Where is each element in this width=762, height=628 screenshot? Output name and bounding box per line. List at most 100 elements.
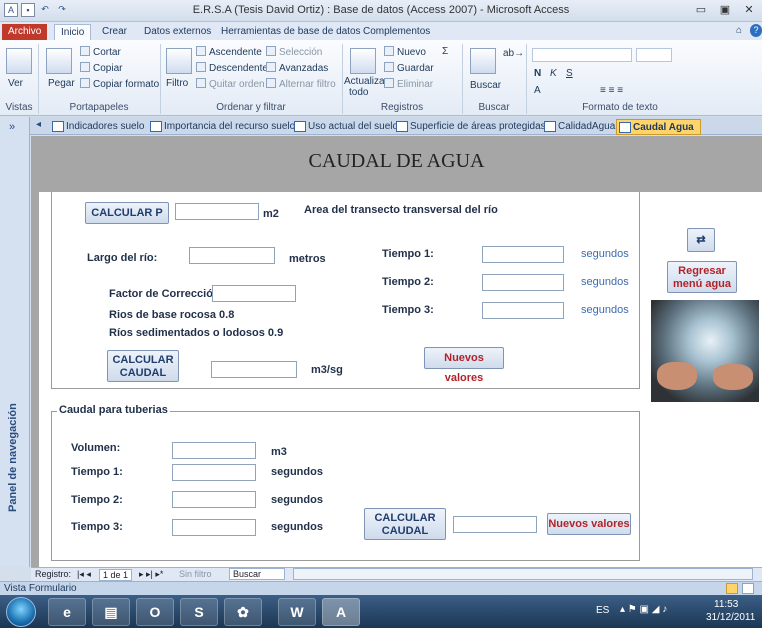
ascendente-label: Ascendente	[209, 47, 262, 58]
tub-nuevos-valores-button[interactable]: Nuevos valores	[547, 513, 631, 535]
m3sg-unit: m3/sg	[311, 364, 343, 376]
minimize-button[interactable]: ▭	[692, 3, 710, 17]
tab-herramientas[interactable]: Herramientas de base de datos	[215, 24, 367, 40]
copiar-formato-button[interactable]: Copiar formato	[80, 78, 159, 90]
seleccion-button[interactable]: Selección	[266, 46, 322, 58]
align-icon[interactable]: ≡ ≡ ≡	[600, 85, 623, 96]
font-color-icon[interactable]: A	[534, 85, 541, 96]
caudal-result-input[interactable]	[211, 361, 297, 378]
binoculars-icon[interactable]	[470, 48, 496, 74]
record-search-input[interactable]: Buscar	[229, 568, 285, 580]
access-taskbar-icon[interactable]: A	[322, 598, 360, 626]
form-view-icon[interactable]	[726, 583, 738, 594]
group-label-registros: Registros	[380, 102, 424, 113]
tub-segundos-unit-2: segundos	[271, 494, 323, 506]
view-icon[interactable]	[6, 48, 32, 74]
start-button-icon[interactable]	[6, 597, 36, 627]
ascendente-button[interactable]: Ascendente	[196, 46, 262, 58]
horizontal-scrollbar[interactable]	[293, 568, 753, 580]
totals-icon[interactable]: Σ	[442, 46, 448, 57]
underline-icon[interactable]: S	[566, 68, 573, 79]
calcular-caudal-button[interactable]: CALCULAR CAUDAL	[107, 350, 179, 382]
descendente-button[interactable]: Descendente	[196, 62, 268, 74]
filtro-button[interactable]: Filtro	[166, 78, 188, 89]
eliminar-button[interactable]: Eliminar	[384, 78, 433, 90]
buscar-button[interactable]: Buscar	[470, 80, 501, 91]
segundos-unit-3: segundos	[581, 304, 629, 316]
tub-tiempo1-input[interactable]	[172, 464, 256, 481]
pegar-button[interactable]: Pegar	[48, 78, 75, 89]
clock-date[interactable]: 31/12/2011	[706, 612, 755, 623]
tub-tiempo3-input[interactable]	[172, 519, 256, 536]
record-position-input[interactable]: 1 de 1	[99, 569, 133, 581]
largo-input[interactable]	[189, 247, 275, 264]
tab-crear[interactable]: Crear	[96, 24, 133, 40]
volumen-input[interactable]	[172, 442, 256, 459]
ie-icon[interactable]: e	[48, 598, 86, 626]
replace-icon[interactable]: ab→	[503, 48, 524, 59]
expand-chevron-icon[interactable]: »	[9, 121, 15, 133]
font-name-select[interactable]	[532, 48, 632, 62]
actualizar-button[interactable]: Actualizar	[344, 76, 388, 87]
doc-tab-superficie[interactable]: Superficie de áreas protegidas	[394, 119, 546, 135]
clock-time[interactable]: 11:53	[714, 599, 738, 610]
guardar-button[interactable]: Guardar	[384, 62, 434, 74]
nuevo-button[interactable]: Nuevo	[384, 46, 426, 58]
doc-tab-indicadores[interactable]: Indicadores suelo	[50, 119, 144, 135]
help-icon[interactable]: ?	[750, 24, 762, 37]
close-button[interactable]: ✕	[740, 3, 758, 17]
alternar-filtro-button[interactable]: Alternar filtro	[266, 78, 336, 90]
explorer-icon[interactable]: ▤	[92, 598, 130, 626]
doc-tab-importancia[interactable]: Importancia del recurso suelo	[148, 119, 295, 135]
quitar-orden-button[interactable]: Quitar orden	[196, 78, 265, 90]
tiempo2-input[interactable]	[482, 274, 564, 291]
skype-icon[interactable]: S	[180, 598, 218, 626]
restore-button[interactable]: ▣	[716, 3, 734, 17]
copiar-formato-label: Copiar formato	[93, 79, 160, 90]
factor-input[interactable]	[212, 285, 296, 302]
language-indicator[interactable]: ES	[596, 605, 609, 616]
messenger-icon[interactable]: ✿	[224, 598, 262, 626]
italic-icon[interactable]: K	[550, 68, 557, 79]
font-size-select[interactable]	[636, 48, 672, 62]
bold-icon[interactable]: N	[534, 68, 541, 79]
ribbon-collapse-icon[interactable]: ⌂	[736, 25, 742, 36]
tub-tiempo2-input[interactable]	[172, 491, 256, 508]
navigation-pane[interactable]: » Panel de navegación	[0, 117, 30, 567]
run-macro-icon[interactable]: ⇄	[687, 228, 715, 252]
doc-tab-calidad-agua[interactable]: CalidadAgua	[542, 119, 615, 135]
nuevos-valores-button[interactable]: Nuevos valores	[424, 347, 504, 384]
tray-icons[interactable]: ▴ ⚑ ▣ ◢ ♪	[620, 604, 667, 615]
copiar-button[interactable]: Copiar	[80, 62, 122, 74]
paste-icon[interactable]	[46, 48, 72, 74]
next-record-icon[interactable]: ▸ ▸| ▸*	[139, 569, 163, 580]
tab-archivo[interactable]: Archivo	[2, 24, 48, 40]
refresh-icon[interactable]	[350, 48, 376, 74]
regresar-menu-agua-button[interactable]: Regresar menú agua	[667, 261, 737, 293]
word-icon[interactable]: W	[278, 598, 316, 626]
sin-filtro-button[interactable]: Sin filtro	[179, 569, 212, 579]
tub-calcular-caudal-button[interactable]: CALCULAR CAUDAL	[364, 508, 446, 540]
tab-datos-externos[interactable]: Datos externos	[138, 24, 217, 40]
tabs-scroll-left-icon[interactable]: ◂	[36, 119, 41, 130]
doc-tab-caudal-agua[interactable]: Caudal Agua	[616, 119, 701, 135]
tiempo3-input[interactable]	[482, 302, 564, 319]
guardar-label: Guardar	[397, 63, 434, 74]
ribbon-divider	[160, 44, 161, 114]
format-painter-icon	[80, 78, 90, 88]
tab-inicio[interactable]: Inicio	[54, 24, 92, 40]
filter-icon[interactable]	[166, 48, 192, 74]
first-record-icon[interactable]: |◂ ◂	[77, 569, 91, 580]
navigation-pane-label[interactable]: Panel de navegación	[7, 403, 19, 512]
ver-button[interactable]: Ver	[8, 78, 23, 89]
tiempo1-input[interactable]	[482, 246, 564, 263]
outlook-icon[interactable]: O	[136, 598, 174, 626]
avanzadas-button[interactable]: Avanzadas	[266, 62, 328, 74]
calcular-p-button[interactable]: CALCULAR P	[85, 202, 169, 224]
tub-caudal-result-input[interactable]	[453, 516, 537, 533]
design-view-icon[interactable]	[742, 583, 754, 594]
cortar-button[interactable]: Cortar	[80, 46, 121, 58]
tab-complementos[interactable]: Complementos	[357, 24, 436, 40]
area-input[interactable]	[175, 203, 259, 220]
doc-tab-uso-actual[interactable]: Uso actual del suelo	[292, 119, 398, 135]
